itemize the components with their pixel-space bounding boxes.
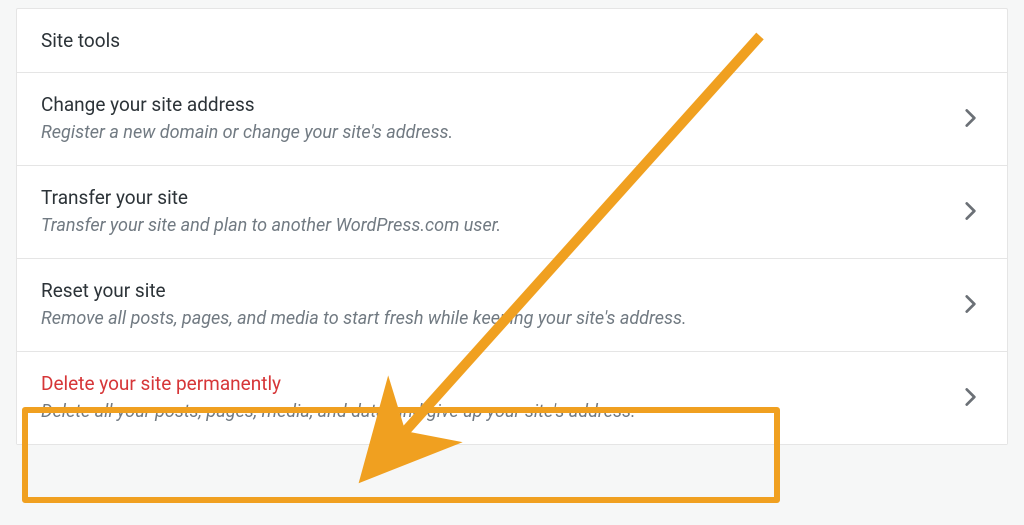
row-transfer-site[interactable]: Transfer your site Transfer your site an… [17, 166, 1007, 259]
chevron-right-icon [957, 105, 983, 131]
site-tools-panel: Site tools Change your site address Regi… [16, 8, 1008, 445]
row-subtitle: Transfer your site and plan to another W… [41, 215, 941, 236]
row-text: Change your site address Register a new … [41, 93, 941, 143]
row-title: Reset your site [41, 279, 941, 302]
row-title: Transfer your site [41, 186, 941, 209]
chevron-right-icon [957, 291, 983, 317]
row-text: Transfer your site Transfer your site an… [41, 186, 941, 236]
row-title: Delete your site permanently [41, 372, 941, 395]
row-delete-site[interactable]: Delete your site permanently Delete all … [17, 352, 1007, 444]
row-subtitle: Delete all your posts, pages, media, and… [41, 401, 941, 422]
row-reset-site[interactable]: Reset your site Remove all posts, pages,… [17, 259, 1007, 352]
chevron-right-icon [957, 198, 983, 224]
row-subtitle: Register a new domain or change your sit… [41, 122, 941, 143]
panel-header: Site tools [17, 9, 1007, 73]
row-change-address[interactable]: Change your site address Register a new … [17, 73, 1007, 166]
row-subtitle: Remove all posts, pages, and media to st… [41, 308, 941, 329]
row-text: Delete your site permanently Delete all … [41, 372, 941, 422]
row-text: Reset your site Remove all posts, pages,… [41, 279, 941, 329]
row-title: Change your site address [41, 93, 941, 116]
chevron-right-icon [957, 384, 983, 410]
